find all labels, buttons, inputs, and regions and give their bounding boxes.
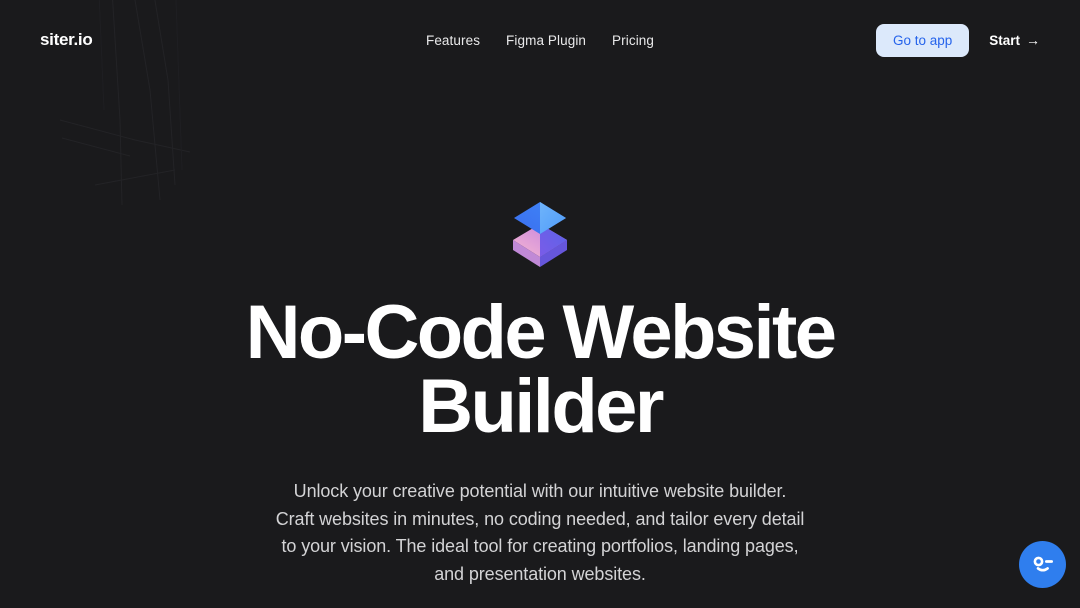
nav-link-pricing[interactable]: Pricing [612,33,654,48]
start-button[interactable]: Start → [989,33,1040,48]
hero-section: No-Code Website Builder Unlock your crea… [0,0,1080,608]
chat-face-icon [1033,556,1053,571]
nav-link-features[interactable]: Features [426,33,480,48]
site-logo[interactable]: siter.io [40,30,93,50]
top-navigation: siter.io Features Figma Plugin Pricing G… [0,0,1080,80]
nav-link-figma-plugin[interactable]: Figma Plugin [506,33,586,48]
nav-actions: Go to app Start → [875,23,1040,57]
go-to-app-button[interactable]: Go to app [875,23,970,57]
stacked-diamond-logo-icon [513,202,567,267]
hero-subtitle: Unlock your creative potential with our … [275,481,805,584]
landing-page: siter.io Features Figma Plugin Pricing G… [0,0,1080,608]
arrow-right-icon: → [1026,32,1040,48]
chat-widget-button[interactable] [1019,541,1066,588]
start-label: Start [989,32,1020,48]
page-title: No-Code Website Builder [245,290,837,449]
